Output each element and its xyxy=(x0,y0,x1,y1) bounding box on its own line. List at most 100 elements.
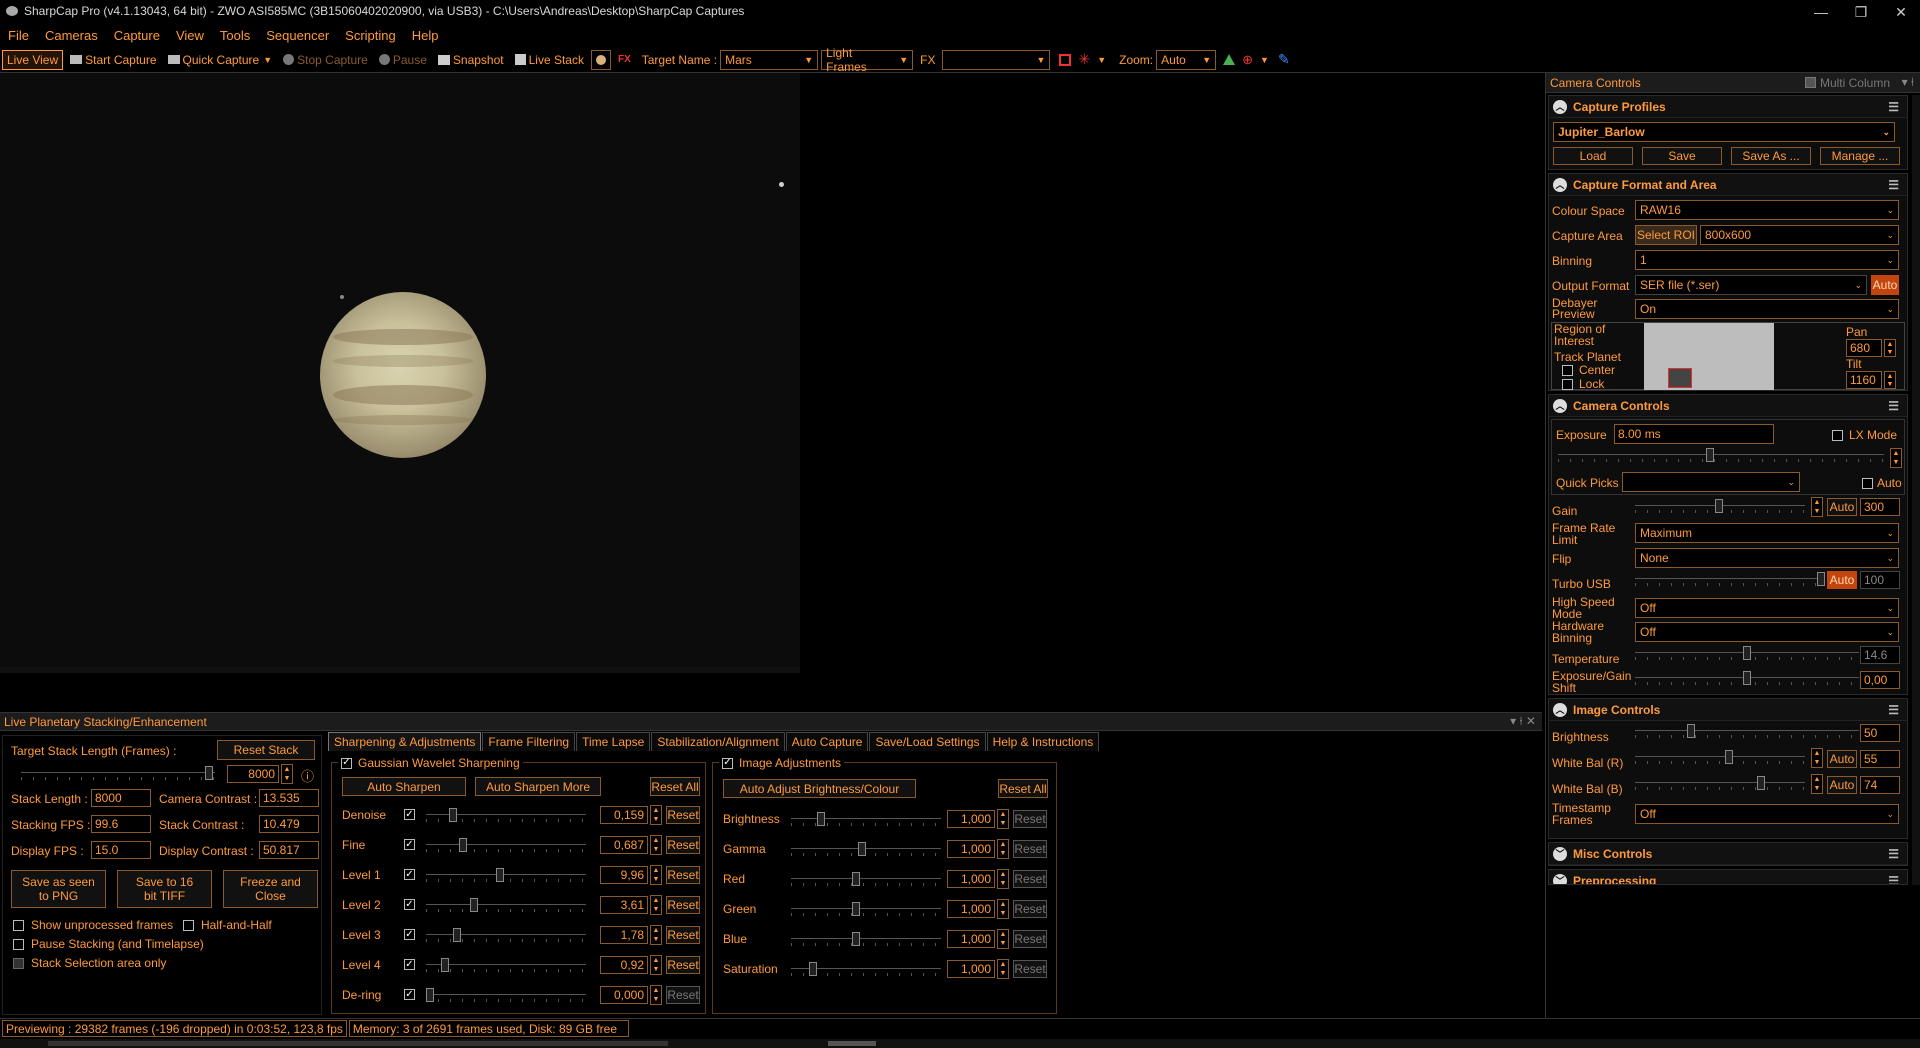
down-icon[interactable]: ▼ xyxy=(653,816,660,823)
auto-adjust-button[interactable]: Auto Adjust Brightness/Colour xyxy=(723,779,916,798)
wavelet-reset-button[interactable]: Reset xyxy=(666,986,700,1004)
turbo-usb-auto-button[interactable]: Auto xyxy=(1827,571,1857,589)
image-adj-spinner[interactable]: ▲ ▼ xyxy=(997,899,1009,919)
slider-thumb[interactable] xyxy=(470,898,478,912)
save-tiff-button[interactable]: Save to 16 bit TIFF xyxy=(117,870,212,908)
image-adj-reset-all-button[interactable]: Reset All xyxy=(998,779,1048,798)
down-icon[interactable]: ▼ xyxy=(653,876,660,883)
wavelet-reset-button[interactable]: Reset xyxy=(666,956,700,974)
histogram-icon[interactable] xyxy=(1223,54,1236,65)
frame-type-select[interactable]: Light Frames ▼ xyxy=(821,46,914,74)
half-and-half-option[interactable]: Half-and-Half xyxy=(183,918,272,932)
up-icon[interactable]: ▲ xyxy=(1814,499,1821,506)
down-icon[interactable]: ▼ xyxy=(1814,759,1821,766)
gain-auto-button[interactable]: Auto xyxy=(1827,498,1857,516)
slider-thumb[interactable] xyxy=(459,838,467,852)
freeze-close-button[interactable]: Freeze and Close xyxy=(223,870,318,908)
tab-save-load[interactable]: Save/Load Settings xyxy=(869,732,986,751)
slider-thumb[interactable] xyxy=(809,962,817,976)
collapse-icon[interactable]: ︿ xyxy=(1553,99,1567,114)
target-stack-spinner[interactable]: ▲ ▼ xyxy=(281,764,293,784)
white-bal-b-slider[interactable] xyxy=(1635,776,1805,790)
auto-sharpen-button[interactable]: Auto Sharpen xyxy=(342,777,466,796)
wavelet-reset-button[interactable]: Reset xyxy=(666,806,700,824)
camera-controls-scrollbar[interactable] xyxy=(1912,95,1920,885)
camera-controls-section-header[interactable]: ︿ Camera Controls ☰ xyxy=(1549,395,1907,417)
up-icon[interactable]: ▲ xyxy=(1000,931,1007,938)
start-capture-button[interactable]: Start Capture xyxy=(66,50,160,70)
down-icon[interactable]: ▼ xyxy=(1000,940,1007,947)
image-adj-reset-button[interactable]: Reset xyxy=(1013,810,1047,828)
slider-thumb[interactable] xyxy=(1687,724,1695,738)
live-stack-button[interactable]: Live Stack xyxy=(511,50,588,70)
wavelet-spinner[interactable]: ▲ ▼ xyxy=(650,895,662,915)
wavelet-value[interactable]: 0,92 xyxy=(600,956,648,974)
high-speed-select[interactable]: Off ⌄ xyxy=(1635,598,1899,618)
slider-thumb[interactable] xyxy=(1757,776,1765,790)
chevron-down-icon[interactable]: ▼ xyxy=(1260,55,1269,65)
slider-thumb[interactable] xyxy=(449,808,457,822)
exposure-gain-shift-input[interactable]: 0,00 xyxy=(1860,671,1900,689)
save-profile-button[interactable]: Save xyxy=(1642,147,1722,165)
gain-spinner[interactable]: ▲ ▼ xyxy=(1811,497,1823,517)
flip-select[interactable]: None ⌄ xyxy=(1635,548,1899,568)
wavelet-checkbox[interactable]: ✓ xyxy=(404,869,415,880)
slider-thumb[interactable] xyxy=(1715,499,1723,513)
expand-icon[interactable]: ﹀ xyxy=(1553,873,1567,884)
turbo-usb-slider[interactable] xyxy=(1635,572,1825,586)
down-icon[interactable]: ▼ xyxy=(653,846,660,853)
up-icon[interactable]: ▲ xyxy=(653,807,660,814)
up-icon[interactable]: ▲ xyxy=(1000,841,1007,848)
wavelet-slider[interactable] xyxy=(426,988,586,1002)
lock-option[interactable]: Lock xyxy=(1562,377,1604,391)
slider-thumb[interactable] xyxy=(426,988,434,1002)
fx-select[interactable]: ▼ xyxy=(942,49,1051,70)
wavelet-checkbox[interactable]: ✓ xyxy=(341,757,352,769)
tab-time-lapse[interactable]: Time Lapse xyxy=(576,732,651,751)
wavelet-spinner[interactable]: ▲ ▼ xyxy=(650,835,662,855)
wavelet-value[interactable]: 0,687 xyxy=(600,836,648,854)
slider-thumb[interactable] xyxy=(1725,750,1733,764)
profile-select[interactable]: Jupiter_Barlow ⌄ xyxy=(1553,122,1895,142)
search-icon[interactable]: ⊕ xyxy=(1242,52,1253,68)
brightness-slider[interactable] xyxy=(1635,724,1859,738)
up-icon[interactable]: ▲ xyxy=(653,897,660,904)
select-roi-button[interactable]: Select ROI xyxy=(1635,225,1697,245)
roi-map[interactable] xyxy=(1644,323,1774,390)
wavelet-reset-button[interactable]: Reset xyxy=(666,836,700,854)
image-adj-reset-button[interactable]: Reset xyxy=(1013,840,1047,858)
wavelet-spinner[interactable]: ▲ ▼ xyxy=(650,925,662,945)
down-icon[interactable]: ▼ xyxy=(1000,910,1007,917)
reset-stack-button[interactable]: Reset Stack xyxy=(217,740,315,760)
stack-selection-option[interactable]: Stack Selection area only xyxy=(13,956,166,970)
fx-tool-button[interactable]: FX xyxy=(614,50,635,70)
multi-column-toggle[interactable]: Multi Column xyxy=(1804,76,1890,90)
image-adj-slider[interactable] xyxy=(791,842,941,856)
pan-spinner[interactable]: ▲ ▼ xyxy=(1884,339,1896,357)
quick-picks-auto-checkbox[interactable] xyxy=(1862,477,1873,489)
up-icon[interactable]: ▲ xyxy=(653,927,660,934)
down-icon[interactable]: ▼ xyxy=(1000,850,1007,857)
frame-rate-select[interactable]: Maximum ⌄ xyxy=(1635,523,1899,543)
capture-profiles-header[interactable]: ︿ Capture Profiles ☰ xyxy=(1549,96,1907,118)
white-bal-r-auto-button[interactable]: Auto xyxy=(1827,750,1857,768)
slider-thumb[interactable] xyxy=(858,842,866,856)
target-name-select[interactable]: Mars ▼ xyxy=(720,49,819,70)
restore-button[interactable]: ❐ xyxy=(1846,2,1876,22)
lx-mode-option[interactable]: LX Mode xyxy=(1832,428,1897,442)
capture-format-header[interactable]: ︿ Capture Format and Area ☰ xyxy=(1549,174,1907,196)
live-view-button[interactable]: Live View xyxy=(2,49,64,70)
wavelet-slider[interactable] xyxy=(426,838,586,852)
pause-stacking-checkbox[interactable] xyxy=(13,938,24,950)
slider-thumb[interactable] xyxy=(496,868,504,882)
wavelet-checkbox[interactable]: ✓ xyxy=(404,929,415,940)
menu-icon[interactable]: ☰ xyxy=(1888,178,1899,192)
collapse-icon[interactable]: ︿ xyxy=(1553,398,1567,413)
image-adj-spinner[interactable]: ▲ ▼ xyxy=(997,869,1009,889)
collapse-icon[interactable]: ︿ xyxy=(1553,177,1567,192)
debayer-preview-select[interactable]: On ⌄ xyxy=(1635,299,1899,319)
timestamp-frames-select[interactable]: Off ⌄ xyxy=(1635,804,1899,824)
pin-icon[interactable]: ▾ ⍿ xyxy=(1902,75,1914,90)
up-icon[interactable]: ▲ xyxy=(1893,450,1900,457)
manage-profiles-button[interactable]: Manage ... xyxy=(1820,147,1900,165)
